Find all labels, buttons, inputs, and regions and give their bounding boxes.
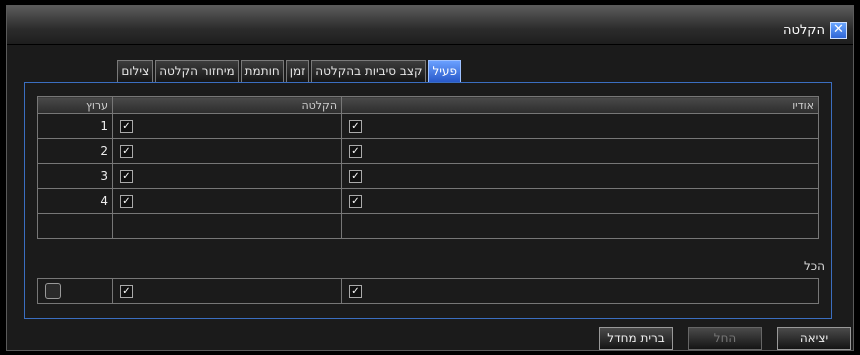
record-checkbox[interactable]: ✓	[120, 120, 133, 133]
header-audio: אודיו	[341, 96, 819, 114]
tab-active[interactable]: פעיל	[428, 60, 461, 83]
audio-checkbox[interactable]: ✓	[349, 170, 362, 183]
all-record-checkbox[interactable]: ✓	[120, 285, 133, 298]
title-bar: ✕ הקלטה	[7, 6, 853, 45]
tab-panel: ערוץ הקלטה אודיו 1 ✓ ✓ 2 ✓ ✓ 3 ✓ ✓ 4 ✓ ✓…	[24, 82, 832, 319]
tab-stamp[interactable]: חותמת	[240, 60, 284, 83]
tab-bitrate[interactable]: קצב סיביות בהקלטה	[311, 60, 427, 83]
channel-number: 3	[37, 163, 113, 189]
apply-button[interactable]: החל	[688, 327, 762, 350]
table-row: 1 ✓ ✓	[37, 113, 819, 139]
record-checkbox[interactable]: ✓	[120, 195, 133, 208]
record-checkbox[interactable]: ✓	[120, 170, 133, 183]
tab-snapshot[interactable]: צילום	[117, 60, 154, 83]
window-title: הקלטה	[782, 23, 825, 38]
tab-recycle[interactable]: מיחזור הקלטה	[155, 60, 239, 83]
table-header: ערוץ הקלטה אודיו	[37, 96, 819, 114]
record-checkbox[interactable]: ✓	[120, 145, 133, 158]
default-button[interactable]: ברית מחדל	[599, 327, 673, 350]
audio-checkbox[interactable]: ✓	[349, 120, 362, 133]
all-audio-checkbox[interactable]: ✓	[349, 285, 362, 298]
channel-number: 1	[37, 113, 113, 139]
table-row: 3 ✓ ✓	[37, 163, 819, 189]
channel-table: ערוץ הקלטה אודיו 1 ✓ ✓ 2 ✓ ✓ 3 ✓ ✓ 4 ✓ ✓	[37, 96, 819, 239]
table-row-empty	[37, 213, 819, 239]
record-dialog: ✕ הקלטה פעיל קצב סיביות בהקלטה זמן חותמת…	[6, 5, 854, 351]
audio-checkbox[interactable]: ✓	[349, 195, 362, 208]
header-record: הקלטה	[112, 96, 342, 114]
header-channel: ערוץ	[37, 96, 113, 114]
tab-bar: פעיל קצב סיביות בהקלטה זמן חותמת מיחזור …	[115, 60, 461, 84]
all-row: ✓ ✓	[37, 278, 819, 304]
channel-number: 2	[37, 138, 113, 164]
all-row-table: ✓ ✓	[37, 278, 819, 304]
all-label: הכל	[803, 259, 825, 273]
all-channel-checkbox[interactable]	[45, 283, 61, 299]
exit-button[interactable]: יציאה	[777, 327, 851, 350]
close-icon[interactable]: ✕	[830, 22, 847, 39]
channel-number: 4	[37, 188, 113, 214]
tab-time[interactable]: זמן	[285, 60, 310, 83]
table-row: 2 ✓ ✓	[37, 138, 819, 164]
audio-checkbox[interactable]: ✓	[349, 145, 362, 158]
table-row: 4 ✓ ✓	[37, 188, 819, 214]
